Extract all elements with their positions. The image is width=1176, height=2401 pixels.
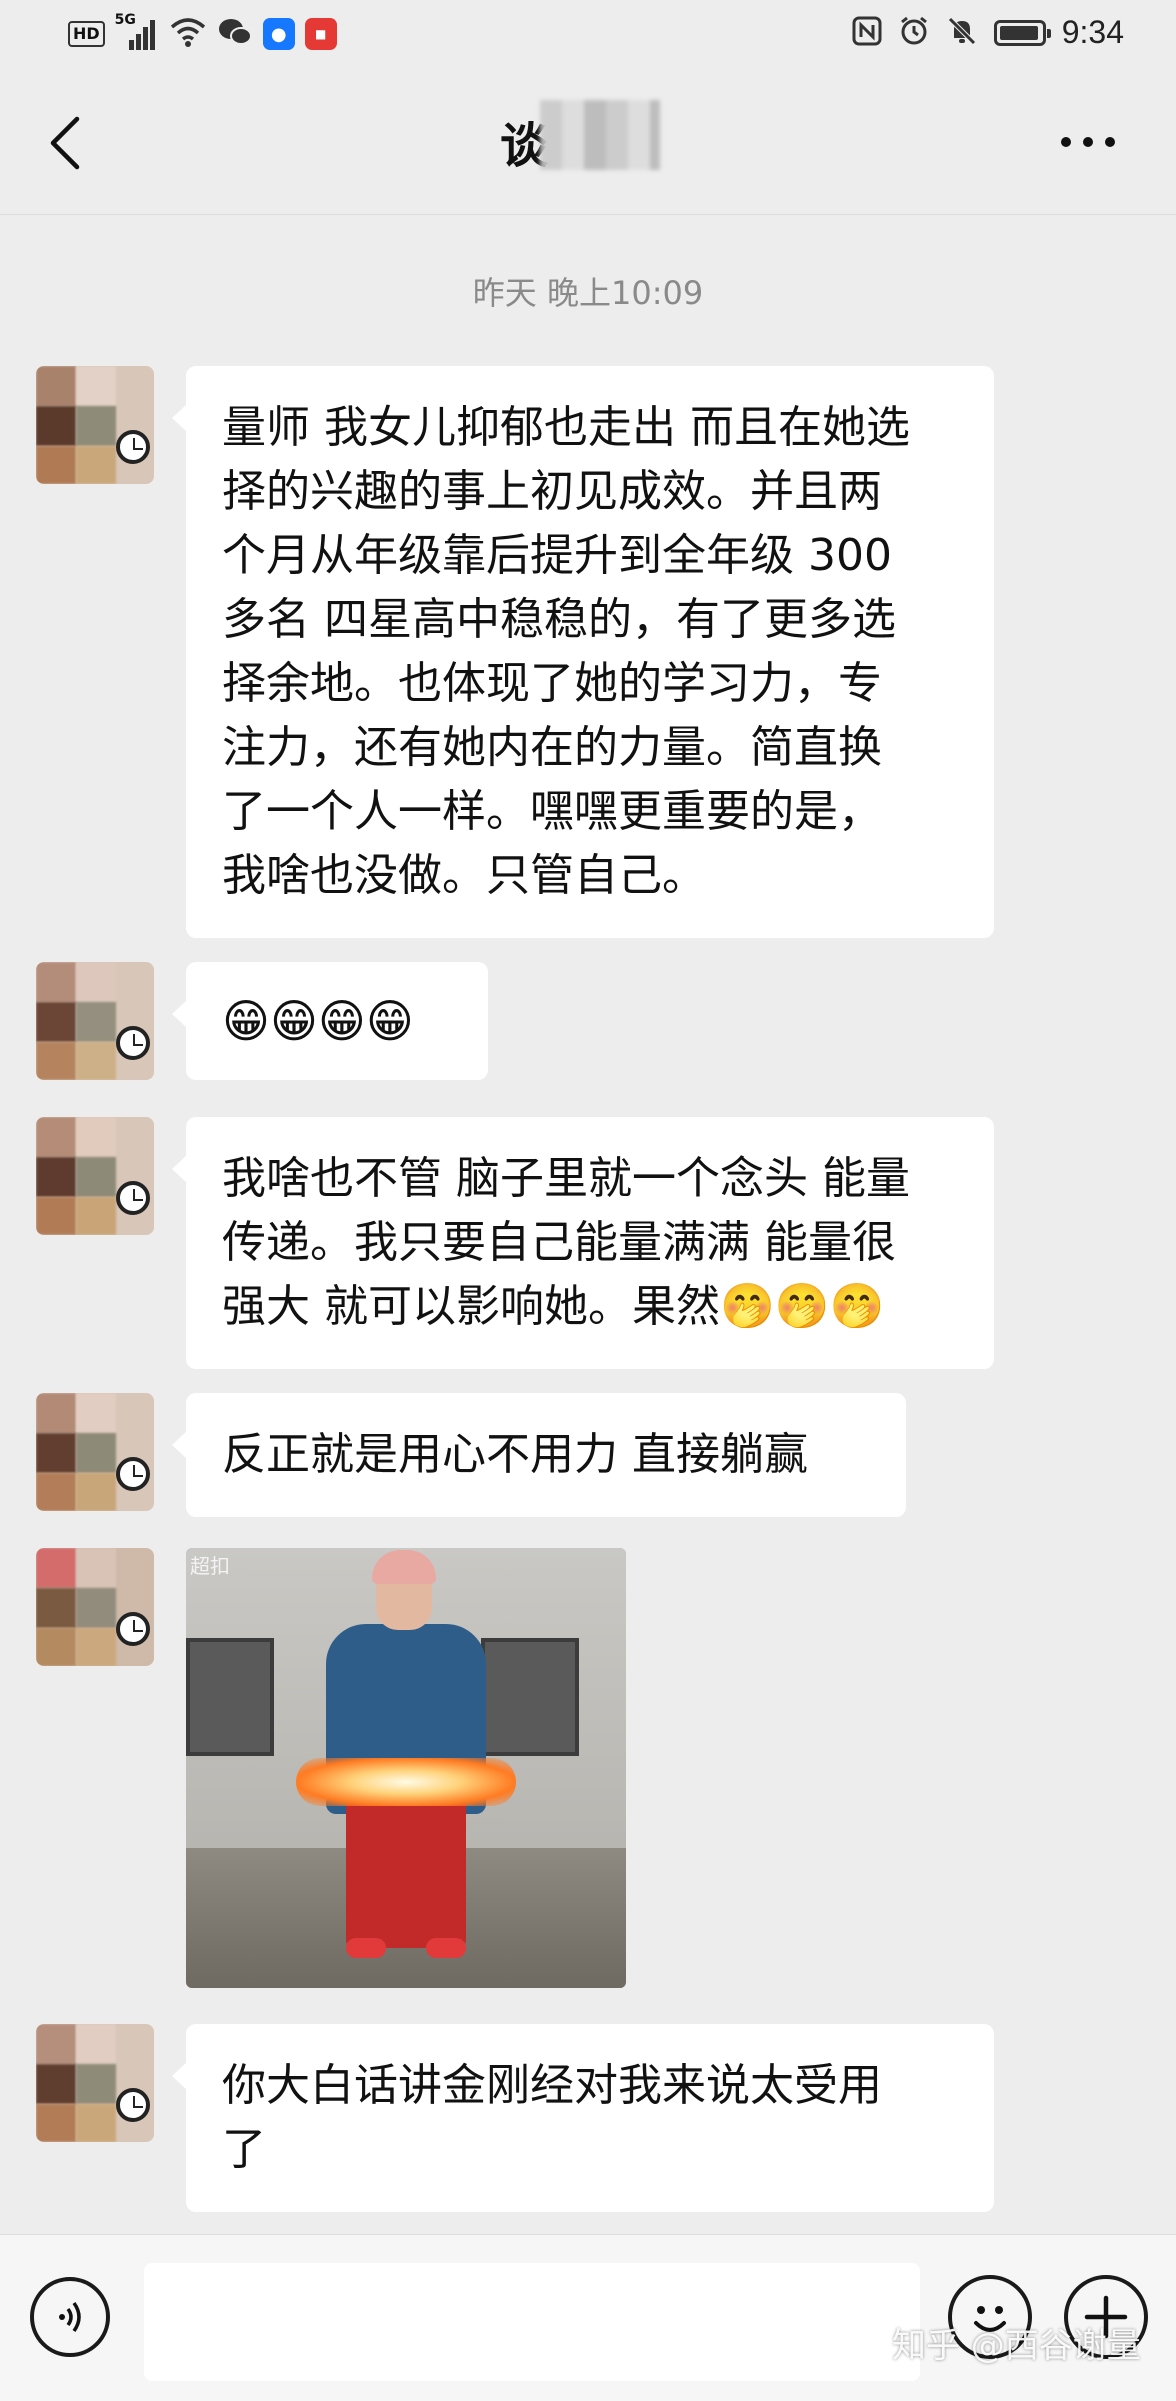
battery-icon: [993, 19, 1051, 46]
avatar[interactable]: [36, 2024, 154, 2142]
zhihu-watermark: 知乎 @西谷谢量: [892, 2326, 1141, 2366]
message-bubble[interactable]: 量师 我女儿抑郁也走出 而且在她选 择的兴趣的事上初见成效。并且两 个月从年级靠…: [172, 366, 994, 938]
chevron-left-icon: [50, 116, 80, 170]
avatar[interactable]: [36, 962, 154, 1080]
signal-icon: 5G: [115, 12, 159, 52]
title-pixelation: [540, 100, 660, 170]
clock-icon: [116, 1612, 150, 1646]
image-message[interactable]: 超扣: [186, 1548, 626, 1988]
photo-window: [481, 1638, 579, 1756]
message-bubble[interactable]: 我啥也不管 脑子里就一个念头 能量 传递。我只要自己能量满满 能量很 强大 就可…: [172, 1117, 994, 1369]
photo-person-pants: [346, 1798, 466, 1948]
photo-person-shoe: [346, 1938, 386, 1958]
photo-fire-glow: [296, 1758, 516, 1806]
wechat-icon: [217, 16, 253, 52]
status-bar: HD 5G ● ■ 9:34: [0, 0, 1176, 72]
bulb-app-icon: ●: [262, 18, 295, 50]
clock-icon: [116, 1026, 150, 1060]
battery-level: [999, 25, 1038, 40]
message-bubble[interactable]: 😁😁😁😁: [172, 962, 488, 1080]
red-app-icon: ■: [304, 18, 337, 50]
photo-window: [186, 1638, 274, 1756]
message-bubble[interactable]: 反正就是用心不用力 直接躺赢: [172, 1393, 906, 1517]
back-button[interactable]: [34, 108, 94, 178]
clock-icon: [116, 2088, 150, 2122]
avatar[interactable]: [36, 1393, 154, 1511]
status-left: HD 5G ● ■: [68, 12, 337, 52]
chat-header: 谈: [0, 72, 1176, 215]
voice-button[interactable]: [30, 2277, 110, 2357]
clock-time: 9:34: [1061, 14, 1124, 50]
photo-person-shoe: [426, 1938, 466, 1958]
clock-icon: [116, 1181, 150, 1215]
more-dots-icon: [1061, 137, 1115, 147]
avatar[interactable]: [36, 1548, 154, 1666]
message-bubble[interactable]: 你大白话讲金刚经对我来说太受用 了: [172, 2024, 994, 2212]
message-timestamp: 昨天 晚上10:09: [472, 274, 704, 312]
alarm-icon: [898, 15, 930, 51]
hd-icon: HD: [68, 21, 105, 47]
more-button[interactable]: [1048, 122, 1128, 162]
clock-icon: [116, 430, 150, 464]
signal-label: 5G: [114, 12, 136, 28]
mute-icon: [946, 15, 978, 51]
clock-icon: [116, 1457, 150, 1491]
avatar[interactable]: [36, 1117, 154, 1235]
wifi-icon: [169, 16, 207, 52]
avatar[interactable]: [36, 366, 154, 484]
message-input[interactable]: [144, 2263, 920, 2381]
status-right: 9:34: [852, 14, 1124, 51]
nfc-icon: [852, 16, 882, 50]
image-watermark: 超扣: [190, 1554, 230, 1578]
voice-icon: [59, 2301, 81, 2333]
